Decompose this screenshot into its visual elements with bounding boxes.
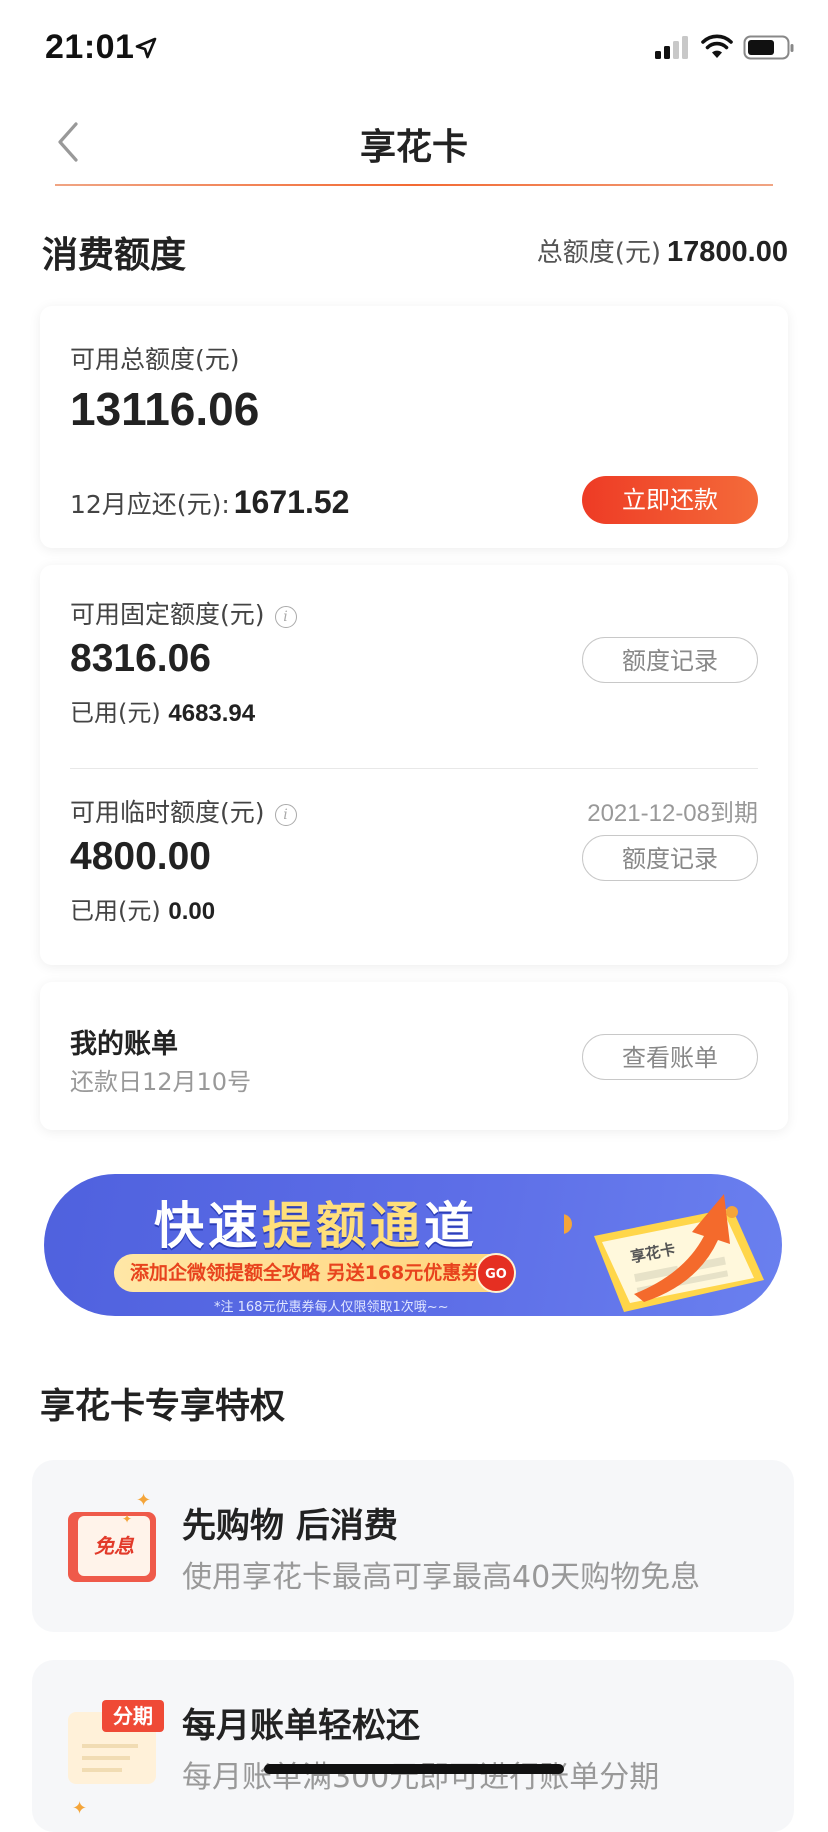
- total-limit-label: 总额度(元): [536, 238, 662, 268]
- privilege-desc: 使用享花卡最高可享最高40天购物免息: [182, 1560, 701, 1595]
- repayment-day: 还款日12月10号: [70, 1068, 252, 1096]
- available-limit-value: 13116.06: [70, 383, 260, 435]
- promo-banner[interactable]: 快速提额通道 添加企微领提额全攻略 另送168元优惠券 GO *注 168元优惠…: [44, 1174, 782, 1316]
- temp-limit-record-button[interactable]: 额度记录: [582, 835, 758, 881]
- view-bill-button[interactable]: 查看账单: [582, 1034, 758, 1080]
- fixed-limit-used: 已用(元) 4683.94: [70, 693, 255, 728]
- fixed-limit-record-button[interactable]: 额度记录: [582, 637, 758, 683]
- home-indicator[interactable]: [264, 1764, 564, 1774]
- due-value: 1671.52: [233, 484, 350, 520]
- due-label: 12月应还(元):: [70, 490, 230, 519]
- banner-go-button[interactable]: GO: [476, 1253, 516, 1293]
- privilege-name: 每月账单轻松还: [182, 1706, 420, 1746]
- temp-limit-expire-date: 2021-12-08到期: [587, 800, 758, 827]
- info-icon[interactable]: i: [274, 804, 297, 826]
- location-arrow-icon: [135, 37, 157, 59]
- banner-title-part: 道: [424, 1197, 478, 1255]
- nav-bar: 享花卡: [0, 96, 828, 186]
- total-limit-value: 17800.00: [667, 236, 788, 268]
- privilege-item: 免息 ✦ ✦ 先购物 后消费 使用享花卡最高可享最高40天购物免息: [32, 1460, 794, 1632]
- sparkle-icon: ✦: [122, 1512, 133, 1526]
- repay-now-button[interactable]: 立即还款: [582, 476, 758, 524]
- banner-title: 快速提额通道: [154, 1186, 478, 1258]
- fixed-used-label: 已用(元): [70, 699, 161, 727]
- banner-note: *注 168元优惠券每人仅限领取1次哦~~: [214, 1300, 449, 1315]
- fixed-limit-value: 8316.06: [70, 637, 211, 680]
- temp-limit-value: 4800.00: [70, 835, 211, 878]
- limit-details-card: 可用固定额度(元) i 8316.06 额度记录 已用(元) 4683.94 可用…: [40, 565, 788, 965]
- due-amount: 12月应还(元): 1671.52: [70, 484, 349, 521]
- banner-title-part: 通: [370, 1197, 424, 1255]
- banner-title-part: 提: [262, 1197, 316, 1255]
- divider: [70, 768, 758, 769]
- temp-limit-used: 已用(元) 0.00: [70, 891, 215, 926]
- banner-title-part: 额: [316, 1197, 370, 1255]
- fixed-limit-label-row: 可用固定额度(元) i: [70, 595, 297, 631]
- status-time: 21:01: [45, 28, 135, 66]
- page-title: 享花卡: [359, 127, 468, 168]
- temp-limit-label: 可用临时额度(元): [70, 798, 265, 827]
- cellular-signal-icon: [655, 36, 688, 59]
- available-limit-card: 可用总额度(元) 13116.06 12月应还(元): 1671.52 立即还款: [40, 306, 788, 548]
- privilege-item: 分期 ✦ 每月账单轻松还 每月账单满300元即可进行账单分期: [32, 1660, 794, 1832]
- interest-free-icon-text: 免息: [78, 1516, 150, 1576]
- privilege-desc: 每月账单满300元即可进行账单分期: [182, 1760, 660, 1795]
- limit-section-header: 消费额度 总额度(元) 17800.00: [0, 224, 828, 280]
- banner-card-illustration: 享花卡: [564, 1194, 764, 1312]
- total-limit: 总额度(元) 17800.00: [537, 232, 788, 269]
- interest-free-icon: 免息: [68, 1512, 156, 1582]
- section-title: 消费额度: [42, 235, 187, 276]
- privilege-name: 先购物 后消费: [182, 1506, 398, 1546]
- installment-tag: 分期: [102, 1700, 164, 1732]
- sparkle-icon: ✦: [136, 1490, 152, 1511]
- sparkle-icon: ✦: [72, 1798, 88, 1819]
- available-limit-label: 可用总额度(元): [70, 345, 240, 374]
- fixed-limit-label: 可用固定额度(元): [70, 600, 265, 629]
- nav-divider: [55, 184, 773, 186]
- wifi-icon: [701, 34, 733, 58]
- banner-title-part: 快速: [154, 1197, 262, 1255]
- banner-offer-pill: 添加企微领提额全攻略 另送168元优惠券: [114, 1254, 514, 1292]
- temp-used-label: 已用(元): [70, 897, 161, 925]
- info-icon[interactable]: i: [274, 606, 297, 628]
- fixed-used-value: 4683.94: [168, 700, 256, 727]
- bill-title: 我的账单: [70, 1029, 178, 1060]
- status-bar: 21:01: [0, 0, 828, 96]
- temp-limit-label-row: 可用临时额度(元) i: [70, 793, 297, 829]
- temp-used-value: 0.00: [168, 898, 216, 925]
- battery-icon: [743, 35, 794, 60]
- privileges-title: 享花卡专享特权: [40, 1387, 286, 1427]
- my-bill-card: 我的账单 还款日12月10号 查看账单: [40, 982, 788, 1130]
